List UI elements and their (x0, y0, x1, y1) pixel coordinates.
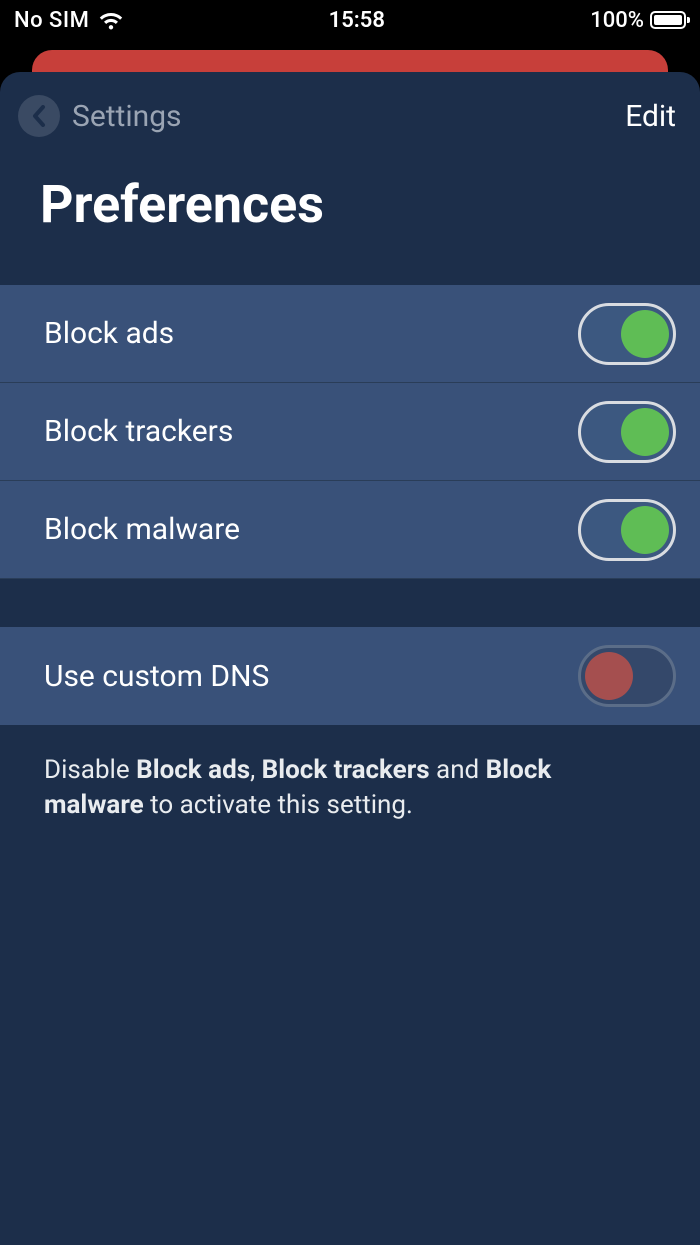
hint-text: Disable (44, 755, 136, 785)
nav-bar: Settings Edit (0, 72, 700, 142)
row-label: Use custom DNS (44, 659, 269, 694)
no-sim-label: No SIM (14, 8, 89, 33)
hint-text: to activate this setting. (144, 790, 413, 820)
toggle-block-ads[interactable] (578, 303, 676, 365)
row-label: Block malware (44, 512, 240, 547)
toggle-use-custom-dns[interactable] (578, 645, 676, 707)
battery-percent: 100% (590, 8, 644, 33)
row-block-ads: Block ads (0, 285, 700, 383)
row-use-custom-dns: Use custom DNS (0, 627, 700, 725)
status-bar: No SIM 15:58 100% (0, 0, 700, 40)
battery-icon (650, 11, 686, 29)
status-left: No SIM (14, 8, 123, 33)
row-block-malware: Block malware (0, 481, 700, 579)
custom-dns-hint: Disable Block ads, Block trackers and Bl… (0, 725, 700, 823)
row-label: Block ads (44, 316, 174, 351)
hint-bold: Block trackers (262, 755, 430, 785)
chevron-left-icon (32, 105, 46, 127)
nav-left: Settings (18, 95, 182, 137)
row-block-trackers: Block trackers (0, 383, 700, 481)
group-spacer (0, 579, 700, 627)
wifi-icon (99, 10, 123, 30)
edit-button[interactable]: Edit (625, 99, 676, 134)
status-time: 15:58 (329, 8, 385, 33)
hint-bold: Block ads (136, 755, 250, 785)
back-label[interactable]: Settings (72, 99, 182, 134)
hint-text: and (430, 755, 486, 785)
page-title: Preferences (0, 142, 700, 285)
toggle-block-trackers[interactable] (578, 401, 676, 463)
row-label: Block trackers (44, 414, 233, 449)
back-button[interactable] (18, 95, 60, 137)
toggle-block-malware[interactable] (578, 499, 676, 561)
hint-text: , (250, 755, 262, 785)
status-right: 100% (590, 8, 686, 33)
preferences-sheet: Settings Edit Preferences Block ads Bloc… (0, 72, 700, 1245)
